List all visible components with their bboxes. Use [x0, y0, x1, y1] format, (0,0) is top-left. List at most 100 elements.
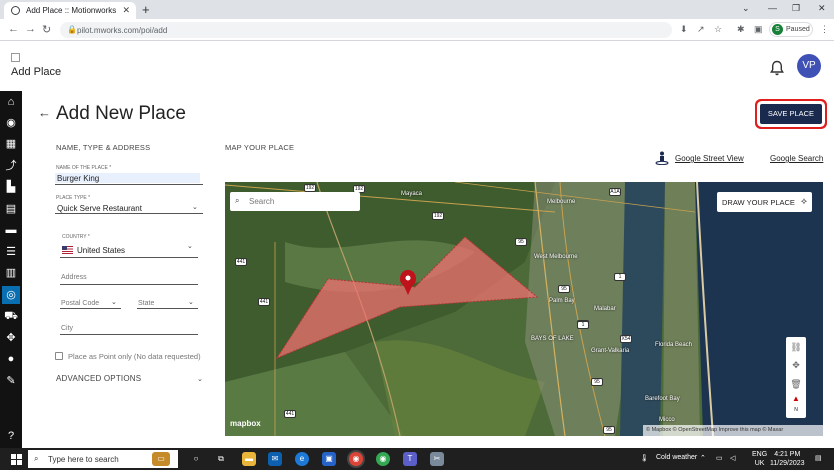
home-icon[interactable]: ⌂ [2, 93, 20, 111]
task-view-icon[interactable]: ⧉ [214, 452, 228, 466]
map-canvas[interactable]: Mayaca Melbourne West Melbourne Palm Bay… [225, 182, 823, 436]
advanced-options-toggle[interactable]: ADVANCED OPTIONS [56, 374, 141, 383]
state-select[interactable]: State [138, 300, 154, 307]
language-indicator[interactable]: ENG UK [752, 450, 767, 468]
street-view-icon[interactable] [655, 151, 669, 165]
name-underline [55, 184, 203, 185]
vehicle-icon[interactable]: ⛟ [2, 307, 20, 325]
chrome-profile-icon[interactable]: ◉ [376, 452, 390, 466]
compass-icon[interactable]: ◉ [2, 114, 20, 132]
chevron-down-icon[interactable]: ⌄ [111, 298, 117, 306]
weather-label[interactable]: Cold weather [656, 454, 697, 461]
url-field[interactable]: 🔒 pilot.mworks.com/poi/add [60, 22, 672, 38]
browser-tab-strip: Add Place :: Motionworks ✕ + ⌄ — ❐ ✕ [0, 0, 834, 19]
search-icon: ⌕ [235, 196, 240, 205]
google-street-view-link[interactable]: Google Street View [675, 154, 744, 163]
teams-icon[interactable]: T [403, 452, 417, 466]
lang-top: ENG [752, 451, 768, 458]
places-icon[interactable]: ◎ [2, 286, 20, 304]
chevron-down-icon[interactable]: ⌄ [187, 242, 193, 250]
clock[interactable]: 4:21 PM 11/29/2023 [770, 450, 805, 468]
minimize-button[interactable]: — [768, 3, 777, 13]
place-label: Mayaca [401, 191, 423, 197]
point-only-checkbox[interactable] [55, 352, 63, 360]
volume-icon[interactable]: ◁ [730, 454, 735, 462]
briefcase-icon[interactable]: ▭ [152, 452, 170, 466]
trend-icon[interactable]: ⤴ [2, 157, 20, 175]
windows-start-icon[interactable] [11, 454, 22, 465]
save-place-button[interactable]: SAVE PLACE [760, 104, 822, 124]
lock-icon: 🔒 [67, 25, 77, 34]
menu-dots-icon[interactable]: ⋮ [820, 24, 829, 35]
move-icon[interactable]: ✥ [786, 356, 806, 374]
country-select[interactable]: United States [77, 246, 125, 255]
postal-underline [60, 308, 121, 309]
weather-icon[interactable]: 🌡 [640, 454, 649, 462]
profile-button[interactable]: S Paused [769, 22, 813, 37]
google-search-link[interactable]: Google Search [770, 154, 823, 163]
list-icon[interactable]: ☰ [2, 243, 20, 261]
forward-icon[interactable]: → [25, 23, 36, 35]
browser-tab[interactable]: Add Place :: Motionworks ✕ [4, 2, 136, 19]
map-search-input[interactable]: ⌕ Search [230, 192, 360, 211]
extensions-icon[interactable]: ✱ [737, 24, 745, 35]
city-input[interactable]: City [61, 325, 73, 332]
bell-icon[interactable] [770, 60, 784, 76]
sidepanel-icon[interactable]: ▣ [754, 24, 763, 35]
grid-icon[interactable]: ▦ [2, 135, 20, 153]
mail-icon[interactable]: ✉ [268, 452, 282, 466]
map-attribution[interactable]: © Mapbox © OpenStreetMap Improve this ma… [643, 425, 823, 436]
chevron-down-icon[interactable]: ⌄ [192, 203, 198, 211]
network-icon[interactable]: ▭ [716, 454, 723, 462]
notification-icon[interactable]: ▤ [815, 454, 822, 462]
edge-icon[interactable]: e [295, 452, 309, 466]
user-avatar[interactable]: VP [797, 54, 821, 78]
map-search-placeholder: Search [249, 197, 275, 206]
new-tab-button[interactable]: + [142, 2, 150, 17]
chevron-down-icon[interactable]: ⌄ [742, 3, 750, 14]
road-shield: 95 [515, 238, 527, 246]
draw-place-button[interactable]: DRAW YOUR PLACE ⟡ [717, 192, 812, 212]
wrench-icon[interactable]: ✎ [2, 372, 20, 390]
reload-icon[interactable]: ↻ [42, 23, 51, 36]
page-title: Add New Place [56, 103, 186, 124]
close-window-button[interactable]: ✕ [818, 3, 826, 14]
main-content: ← Add New Place SAVE PLACE NAME, TYPE & … [22, 91, 834, 448]
trash-icon[interactable]: 🗑 [786, 375, 806, 393]
chevron-down-icon[interactable]: ⌄ [188, 298, 194, 306]
road-shield: X54 [620, 335, 632, 343]
road-shield: A1A [609, 188, 621, 196]
document-icon[interactable]: ▤ [2, 200, 20, 218]
compass-north-icon[interactable]: ▲ N [786, 394, 806, 413]
file-explorer-icon[interactable]: ▬ [242, 452, 256, 466]
store-icon[interactable]: ▣ [322, 452, 336, 466]
cortana-icon[interactable]: ○ [189, 452, 203, 466]
chrome-icon[interactable]: ◉ [349, 452, 363, 466]
building-icon[interactable]: ▙ [2, 178, 20, 196]
close-tab-icon[interactable]: ✕ [122, 5, 130, 16]
share-icon[interactable]: ↗ [697, 24, 705, 35]
road-shield: 441 [235, 258, 247, 266]
chart-icon[interactable]: ▥ [2, 264, 20, 282]
type-select[interactable]: Quick Serve Restaurant [57, 204, 142, 213]
help-icon[interactable]: ? [2, 427, 20, 445]
place-label: West Melbourne [534, 254, 578, 260]
person-icon[interactable]: ● [2, 350, 20, 368]
tray-chevron-icon[interactable]: ⌃ [700, 454, 706, 462]
star-icon[interactable]: ☆ [714, 24, 722, 35]
clock-time: 4:21 PM [774, 451, 801, 458]
back-icon[interactable]: ← [8, 23, 19, 35]
maximize-button[interactable]: ❐ [792, 3, 800, 14]
move-icon[interactable]: ✥ [2, 329, 20, 347]
back-arrow-icon[interactable]: ← [38, 105, 51, 120]
road-shield: 95 [603, 426, 615, 434]
state-underline [137, 308, 198, 309]
install-icon[interactable]: ⬇ [680, 24, 688, 35]
link-icon[interactable]: ⛓ [786, 338, 806, 356]
billboard-icon[interactable]: ▬ [2, 221, 20, 239]
postal-code-select[interactable]: Postal Code [61, 300, 99, 307]
snip-icon[interactable]: ✂ [430, 452, 444, 466]
address-input[interactable]: Address [61, 274, 87, 281]
chevron-down-icon[interactable]: ⌄ [197, 375, 203, 383]
name-label: NAME OF THE PLACE * [56, 165, 112, 171]
